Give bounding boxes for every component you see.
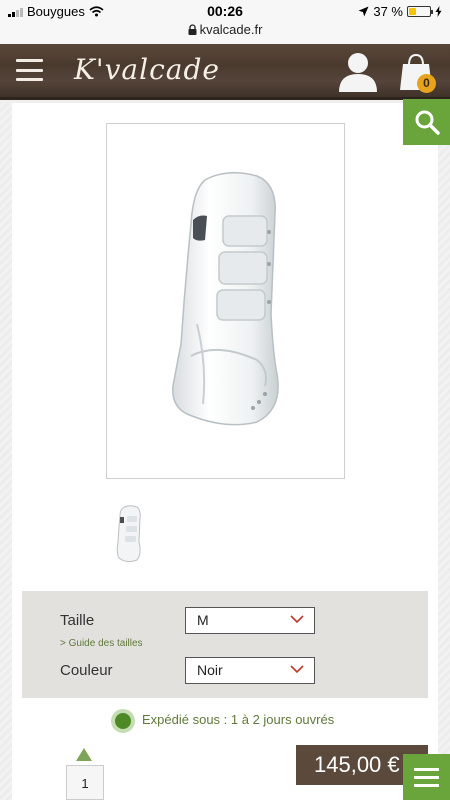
size-label: Taille [60,612,95,629]
battery-icon [407,6,433,17]
size-select[interactable]: M [185,607,315,634]
site-header: K'valcade [0,44,450,100]
size-guide-link[interactable]: > Guide des tailles [60,638,143,649]
color-select[interactable]: Noir [185,657,315,684]
hamburger-menu-icon[interactable] [16,59,43,81]
color-select-value: Noir [197,662,223,678]
address-bar[interactable]: kvalcade.fr [0,22,450,37]
site-logo[interactable]: K'valcade [74,53,220,86]
product-thumbnail[interactable] [113,502,143,566]
product-image[interactable] [106,123,345,479]
size-select-value: M [197,612,209,628]
product-options: Taille > Guide des tailles Couleur M Noi… [22,591,428,698]
location-icon [358,6,369,17]
url-text: kvalcade.fr [199,22,263,37]
shipping-info: Expédié sous : 1 à 2 jours ouvrés [142,712,335,727]
cart-count-badge[interactable]: 0 [417,74,436,93]
availability-dot-icon [111,709,135,733]
quantity-field[interactable]: 1 [66,765,104,800]
search-icon [415,110,440,135]
user-icon[interactable] [337,50,379,92]
lock-icon [188,24,197,35]
chevron-down-icon [290,665,304,674]
chevron-down-icon [290,615,304,624]
battery-fill [409,8,417,15]
battery-percent: 37 % [373,4,403,19]
color-label: Couleur [60,662,113,679]
tendon-boot-image [172,172,279,426]
search-button[interactable] [403,99,450,145]
arrow-up-icon[interactable] [76,748,92,761]
charging-icon [435,6,442,17]
status-bar: Bouygues 00:26 kvalcade.fr 37 % [0,0,450,44]
menu-icon[interactable] [403,754,450,800]
status-right: 37 % [358,4,442,19]
